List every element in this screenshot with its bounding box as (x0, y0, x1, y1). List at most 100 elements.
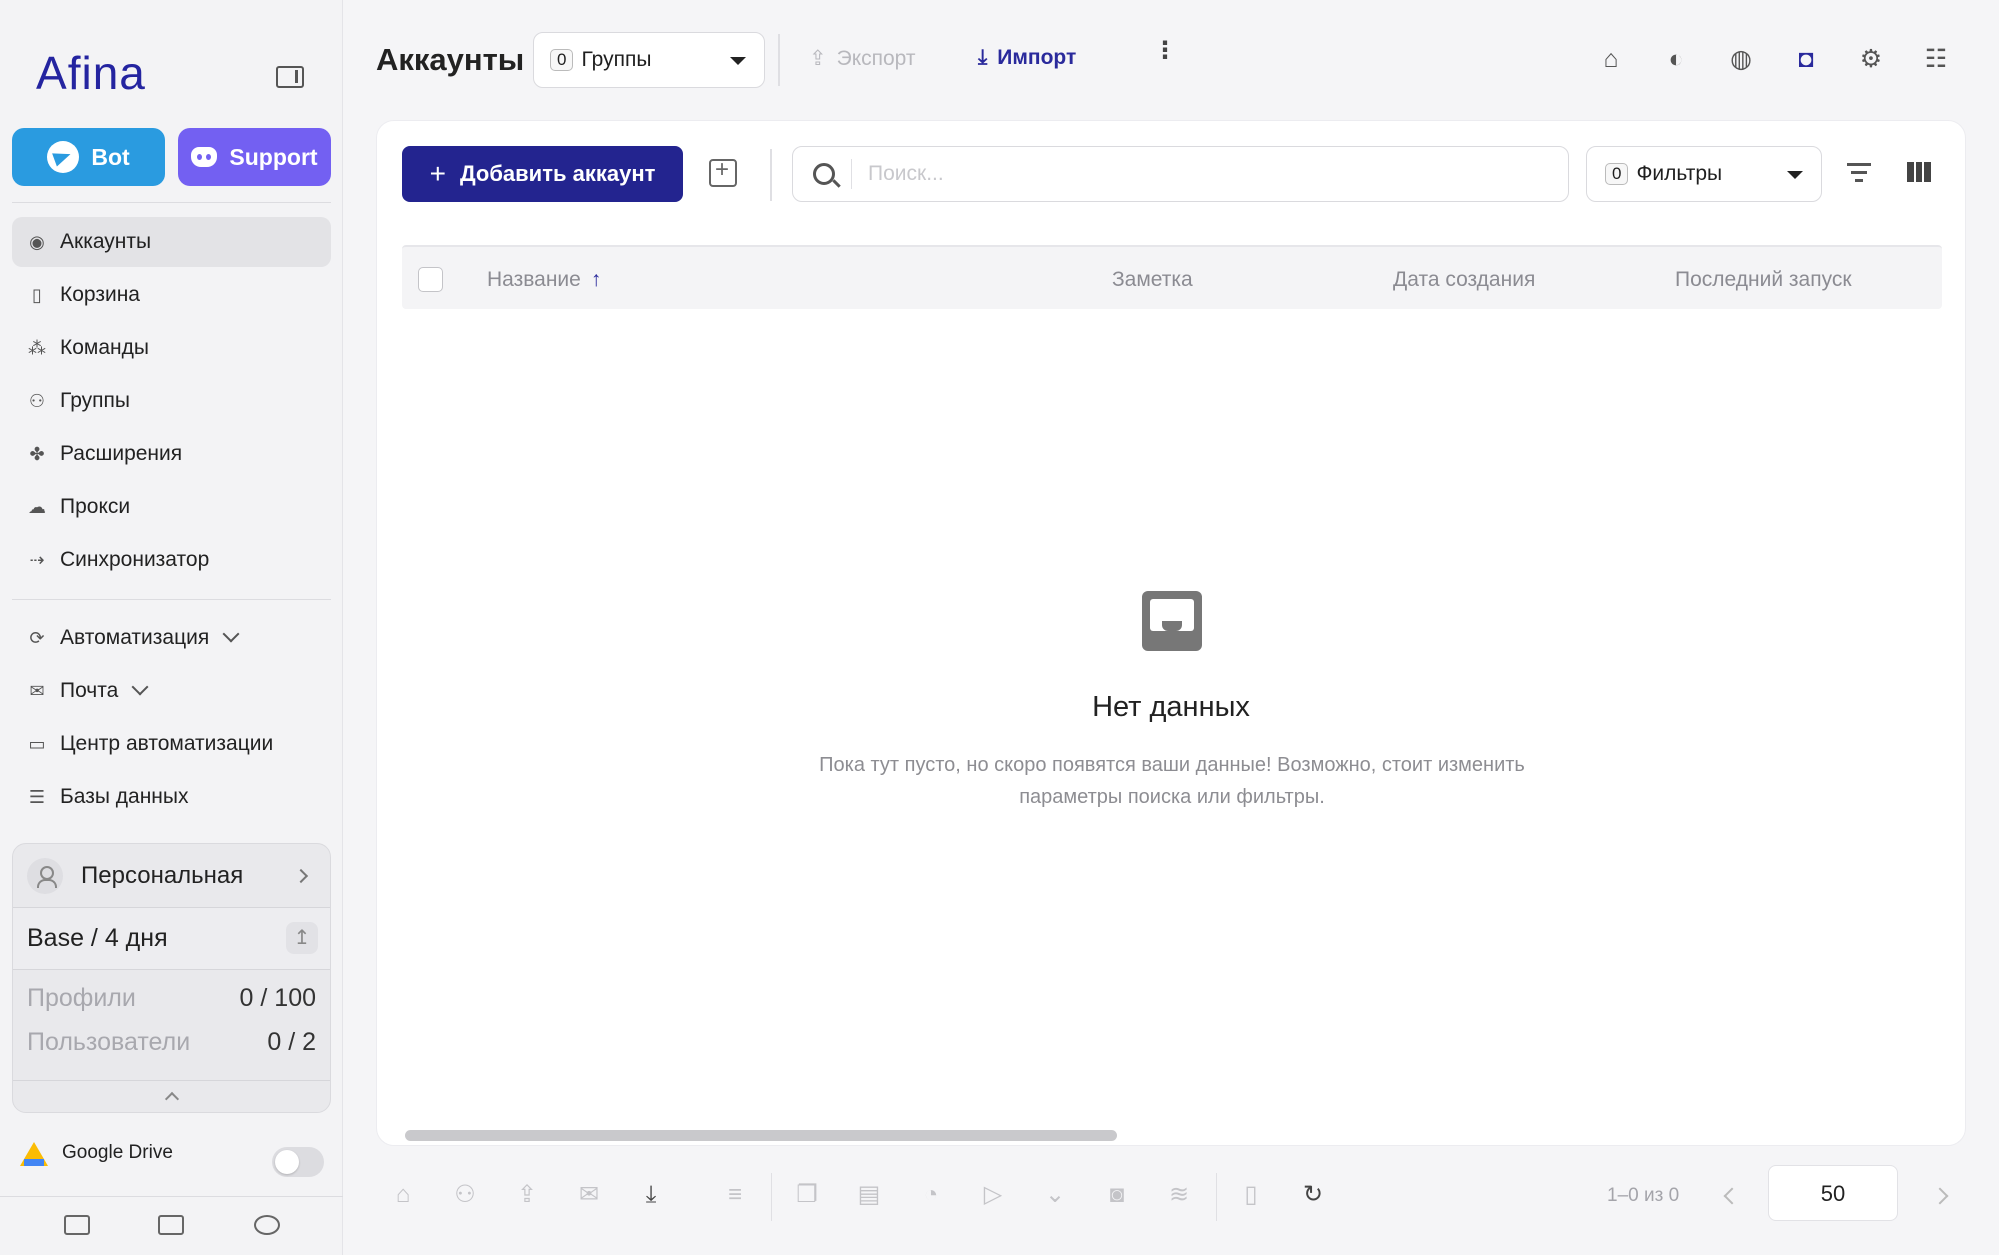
trash-icon[interactable]: ▯ (1236, 1180, 1266, 1210)
mail-icon: ✉ (29, 681, 45, 701)
chevron-left-icon[interactable] (1723, 1187, 1741, 1205)
sidebar-item-label: Центр автоматизации (60, 732, 274, 755)
gear-icon[interactable]: ⚙ (1856, 44, 1886, 74)
sidebar-footer (0, 1196, 343, 1255)
sidebar-nav-main: ◉ Аккаунты ▯ Корзина ⁂ Команды ⚇ Группы … (12, 217, 331, 588)
select-all-checkbox[interactable] (418, 267, 443, 292)
cookie-globe-icon[interactable]: ◐ (1661, 44, 1691, 74)
refresh-icon[interactable]: ↻ (1298, 1180, 1328, 1210)
sidebar-item-teams[interactable]: ⁂ Команды (12, 323, 331, 373)
sidebar-item-label: Базы данных (60, 785, 189, 808)
users-value: 0 / 2 (267, 1027, 316, 1056)
google-drive-toggle[interactable] (272, 1147, 324, 1177)
bot-button[interactable]: Bot (12, 128, 165, 186)
folder-upload-icon[interactable] (64, 1215, 90, 1235)
team-icon: ⁂ (28, 338, 46, 358)
users-usage: Пользователи 0 / 2 (13, 1020, 330, 1064)
sidebar-item-mail[interactable]: ✉ Почта (12, 666, 331, 716)
search-icon (813, 163, 835, 185)
afina-logo[interactable]: Afina (36, 46, 146, 100)
database-icon: ☰ (28, 787, 46, 807)
download-box-icon[interactable]: ⤓ (636, 1180, 666, 1210)
sidebar-item-label: Автоматизация (60, 626, 210, 649)
search-input[interactable] (851, 159, 1501, 189)
groups-select[interactable]: 0 Группы (533, 32, 765, 88)
column-header-note[interactable]: Заметка (1112, 268, 1193, 292)
tag-icon[interactable]: ⌂ (1596, 44, 1626, 74)
table-header: Название ↑ Заметка Дата создания Последни… (402, 245, 1942, 309)
eye-off-icon[interactable] (254, 1215, 280, 1235)
workspace-selector[interactable]: Персональная (13, 844, 330, 908)
support-button[interactable]: Support (178, 128, 331, 186)
sidebar-item-label: Расширения (60, 442, 183, 465)
import-button[interactable]: ⤓ Импорт (978, 46, 1076, 70)
sync-icon: ⇢ (29, 550, 45, 570)
page-title: Аккаунты (376, 42, 525, 77)
google-drive-icon (20, 1140, 48, 1166)
robot-icon[interactable]: ◘ (1791, 44, 1821, 74)
bar-divider (771, 1173, 772, 1221)
chevron-down-icon (222, 625, 240, 643)
clipboard-icon[interactable]: ▤ (854, 1180, 884, 1210)
add-account-button[interactable]: + Добавить аккаунт (402, 146, 683, 202)
column-header-last-run[interactable]: Последний запуск (1675, 268, 1852, 292)
laptop-icon: ▭ (28, 734, 46, 754)
automation-icon: ⟳ (29, 628, 45, 648)
mail-icon[interactable]: ✉ (574, 1180, 604, 1210)
inbox-icon (1142, 591, 1202, 651)
sidebar-item-accounts[interactable]: ◉ Аккаунты (12, 217, 331, 267)
bulk-add-icon[interactable] (709, 156, 737, 187)
filters-select[interactable]: 0 Фильтры (1586, 146, 1822, 202)
cookie-icon[interactable]: ◔ (916, 1180, 946, 1210)
bar-divider (1216, 1173, 1217, 1221)
layout-icon[interactable]: ☷ (1921, 44, 1951, 74)
page-size-select[interactable]: 50 (1768, 1165, 1898, 1221)
chevron-down-icon[interactable]: ⌄ (1040, 1180, 1070, 1210)
chevron-right-icon[interactable] (1931, 1187, 1949, 1205)
sidebar-nav-tools: ⟳ Автоматизация ✉ Почта ▭ Центр автомати… (12, 613, 331, 825)
column-label: Название (487, 268, 581, 291)
sort-icon[interactable] (1847, 163, 1871, 187)
plus-icon: + (429, 158, 446, 189)
upgrade-icon[interactable]: ↥ (286, 922, 318, 954)
profiles-label: Профили (27, 983, 136, 1012)
copy-icon[interactable]: ❐ (792, 1180, 822, 1210)
sidebar-divider (12, 202, 331, 203)
export-button[interactable]: ⇪ Экспорт (809, 46, 916, 71)
sidebar-item-proxy[interactable]: ☁ Прокси (12, 482, 331, 532)
accounts-panel: + Добавить аккаунт 0 Фильтры Название ↑ З… (376, 120, 1966, 1146)
chevron-down-icon (131, 678, 149, 696)
group-icon: ⚇ (28, 391, 46, 411)
sidebar-item-automation[interactable]: ⟳ Автоматизация (12, 613, 331, 663)
horizontal-scrollbar[interactable] (405, 1130, 1117, 1141)
plan-collapse-button[interactable] (13, 1080, 330, 1112)
telegram-icon (47, 141, 80, 173)
caret-down-icon (1787, 171, 1803, 179)
sidebar-item-label: Синхронизатор (60, 548, 210, 571)
sidebar-item-extensions[interactable]: ✤ Расширения (12, 429, 331, 479)
sidebar-item-label: Корзина (60, 283, 140, 306)
sidebar-item-databases[interactable]: ☰ Базы данных (12, 772, 331, 822)
columns-icon[interactable] (1907, 162, 1932, 182)
search-box (792, 146, 1569, 202)
groups-select-label: Группы (581, 48, 652, 71)
wifi-off-icon[interactable]: ≋ (1164, 1180, 1194, 1210)
column-header-created[interactable]: Дата создания (1393, 268, 1535, 292)
add-account-label: Добавить аккаунт (459, 161, 656, 186)
sidebar-collapse-icon[interactable] (276, 66, 304, 88)
list-add-icon[interactable]: ≡ (720, 1180, 750, 1210)
sidebar-item-trash[interactable]: ▯ Корзина (12, 270, 331, 320)
sidebar-item-synchronizer[interactable]: ⇢ Синхронизатор (12, 535, 331, 585)
stop-icon[interactable]: ◙ (1102, 1180, 1132, 1210)
users-icon[interactable]: ⚇ (450, 1180, 480, 1210)
play-icon[interactable]: ▷ (978, 1180, 1008, 1210)
sidebar-item-groups[interactable]: ⚇ Группы (12, 376, 331, 426)
sidebar-item-automation-center[interactable]: ▭ Центр автоматизации (12, 719, 331, 769)
globe-icon[interactable]: ◍ (1726, 44, 1756, 74)
tag-icon[interactable]: ⌂ (388, 1180, 418, 1210)
file-export-icon[interactable]: ⇪ (512, 1180, 542, 1210)
column-header-name[interactable]: Название ↑ (487, 268, 601, 292)
more-vertical-icon[interactable]: ⋮ (1153, 39, 1177, 63)
groups-count-badge: 0 (550, 49, 574, 71)
folder-download-icon[interactable] (158, 1215, 184, 1235)
